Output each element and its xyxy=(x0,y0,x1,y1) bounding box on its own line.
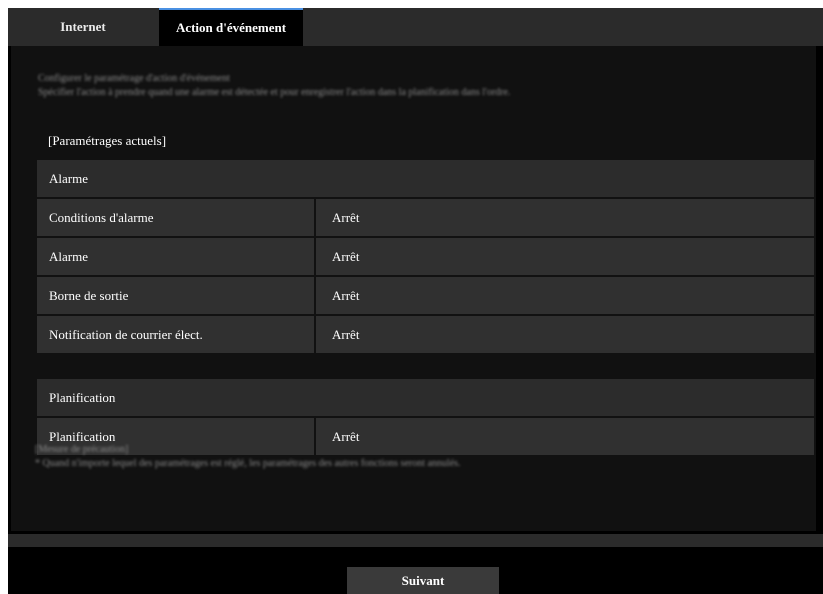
intro-text: Configurer le paramétrage d'action d'évé… xyxy=(38,72,798,100)
tab-internet[interactable]: Internet xyxy=(8,8,158,46)
row-value: Arrêt xyxy=(316,277,814,314)
alarm-section-header: Alarme xyxy=(37,160,814,197)
current-settings-caption: [Paramétrages actuels] xyxy=(48,133,167,148)
intro-line-2: Spécifier l'action à prendre quand une a… xyxy=(38,87,511,98)
next-button[interactable]: Suivant xyxy=(347,567,499,594)
intro-line-1: Configurer le paramétrage d'action d'évé… xyxy=(38,73,230,84)
row-label: Conditions d'alarme xyxy=(37,199,314,236)
row-value: Arrêt xyxy=(316,238,814,275)
tab-action-evenement[interactable]: Action d'événement xyxy=(159,8,303,46)
divider-band xyxy=(8,534,823,547)
precaution-notes: [Mesure de précaution] * Quand n'importe… xyxy=(35,443,795,471)
schedule-section-header: Planification xyxy=(37,379,814,416)
row-label: Notification de courrier élect. xyxy=(37,316,314,353)
row-label: Borne de sortie xyxy=(37,277,314,314)
row-value: Arrêt xyxy=(316,199,814,236)
table-row: Notification de courrier élect. Arrêt xyxy=(37,316,814,353)
tab-bar: Internet Action d'événement xyxy=(8,8,823,46)
notes-title: [Mesure de précaution] xyxy=(35,444,129,455)
table-row: Alarme Arrêt xyxy=(37,238,814,275)
row-value: Arrêt xyxy=(316,316,814,353)
alarm-section-title: Alarme xyxy=(37,160,814,197)
row-label: Alarme xyxy=(37,238,314,275)
table-row: Borne de sortie Arrêt xyxy=(37,277,814,314)
table-row: Conditions d'alarme Arrêt xyxy=(37,199,814,236)
schedule-section-title: Planification xyxy=(37,379,814,416)
notes-line-1: * Quand n'importe lequel des paramétrage… xyxy=(35,458,461,469)
settings-panel: Internet Action d'événement Configurer l… xyxy=(8,8,823,594)
